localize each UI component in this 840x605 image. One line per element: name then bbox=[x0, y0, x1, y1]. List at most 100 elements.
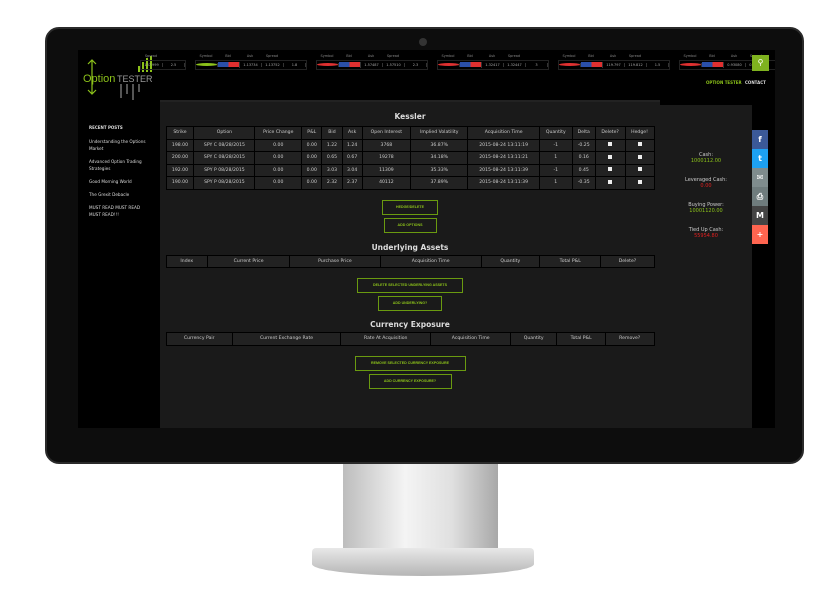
table-cell: 1 bbox=[538, 151, 573, 165]
account-value: 0.00 bbox=[700, 183, 712, 189]
column-header: Hedge! bbox=[624, 126, 655, 140]
table-cell: 34.18% bbox=[410, 151, 469, 165]
nav-contact[interactable]: CONTACT bbox=[745, 80, 766, 85]
column-header: P&L bbox=[301, 126, 323, 140]
table-cell: 198.00 bbox=[165, 138, 195, 152]
hedge-checkbox[interactable] bbox=[637, 142, 642, 147]
table-cell bbox=[594, 138, 626, 152]
column-header: Acquisition Time bbox=[430, 332, 512, 346]
delete-checkbox[interactable] bbox=[608, 179, 613, 184]
table-cell: 3.03 bbox=[321, 163, 343, 177]
remove-currency-button[interactable]: REMOVE SELECTED CURRENCY EXPOSURE bbox=[354, 355, 466, 371]
delete-underlying-button[interactable]: DELETE SELECTED UNDERLYING ASSETS bbox=[357, 278, 463, 293]
ticker-header-row: Symbol Bid Ask Spread bbox=[195, 54, 307, 58]
ticker-header: Ask bbox=[488, 54, 496, 58]
nav-option-tester[interactable]: OPTION TESTER bbox=[706, 80, 742, 85]
column-header: Currency Pair bbox=[165, 332, 233, 346]
account-summary: Cash: 1000112.00 Leveraged Cash: 0.00 Buying… bbox=[660, 105, 752, 428]
delete-checkbox[interactable] bbox=[608, 142, 613, 147]
options-table: Strike Option Price Change P&L Bid Ask Open In… bbox=[165, 126, 655, 190]
ticker-header-row: Symbol Bid Ask Spread bbox=[437, 54, 549, 58]
ticker-symbol bbox=[196, 63, 218, 67]
gmail-share-button[interactable]: M bbox=[752, 206, 768, 225]
ticker-header-row: Spread bbox=[140, 54, 186, 58]
post-link[interactable]: The Grexit Debacle bbox=[89, 191, 149, 198]
column-header: Current Exchange Rate bbox=[231, 332, 342, 346]
ticker-header: Bid bbox=[709, 54, 715, 58]
column-header: Remove? bbox=[604, 332, 655, 346]
ticker-header: Bid bbox=[225, 54, 231, 58]
table-cell: 3.04 bbox=[341, 163, 363, 177]
email-icon: ✉ bbox=[756, 173, 764, 182]
table-row: 190.00 SPY P 08/28/2015 0.00 0.00 2.32 2.37 40… bbox=[165, 176, 655, 190]
underlying-table: Index Current Price Purchase Price Acquisit… bbox=[165, 254, 655, 269]
table-cell: 0.45 bbox=[571, 163, 596, 177]
ticker-value-row: 137.999 2.5 bbox=[140, 60, 186, 70]
table-cell bbox=[594, 176, 626, 190]
table-cell bbox=[624, 163, 655, 177]
table-cell: 0.00 bbox=[254, 176, 303, 190]
table-cell: 0.65 bbox=[321, 151, 343, 165]
table-row: 198.00 SPY C 08/28/2015 0.00 0.00 1.22 1.24 37… bbox=[165, 138, 655, 152]
table-cell: 2015-08-24 13:11:21 bbox=[467, 151, 540, 165]
hedge-checkbox[interactable] bbox=[637, 154, 642, 159]
ticker-flag bbox=[702, 62, 724, 68]
post-link[interactable]: Good Morning World bbox=[89, 178, 149, 185]
ticker-symbol bbox=[680, 63, 702, 67]
plus-share-button[interactable]: + bbox=[752, 225, 768, 244]
recent-posts-title: RECENT POSTS bbox=[89, 125, 123, 130]
down-dot-icon bbox=[317, 63, 339, 66]
delete-checkbox[interactable] bbox=[608, 154, 613, 159]
table-cell: 200.00 bbox=[165, 151, 195, 165]
delete-checkbox[interactable] bbox=[608, 167, 613, 172]
hedge-checkbox[interactable] bbox=[637, 179, 642, 184]
ticker-header: Spread bbox=[386, 54, 400, 58]
column-header: Option bbox=[193, 126, 256, 140]
add-currency-button[interactable]: ADD CURRENCY EXPOSURE? bbox=[368, 373, 452, 389]
add-options-button[interactable]: ADD OPTIONS bbox=[383, 217, 437, 233]
ticker-value: 1.57510 bbox=[383, 63, 405, 67]
column-header: Rate At Acquisition bbox=[340, 332, 432, 346]
table-cell: 0.16 bbox=[571, 151, 596, 165]
table-cell: 2015-08-24 13:11:19 bbox=[467, 138, 540, 152]
email-share-button[interactable]: ✉ bbox=[752, 168, 768, 187]
ticker-value: 3 bbox=[526, 63, 548, 67]
flag-icon bbox=[581, 62, 603, 67]
underlying-title: Underlying Assets bbox=[371, 242, 449, 252]
account-value: 55954.80 bbox=[694, 233, 718, 239]
add-underlying-button[interactable]: ADD UNDERLYING? bbox=[378, 296, 442, 311]
ticker-flag bbox=[218, 62, 240, 68]
column-header: Quantity bbox=[510, 332, 558, 346]
table-cell: 0.00 bbox=[301, 176, 323, 190]
screen: Option TESTER Spread 137.999 2.5 Symbol Bid A… bbox=[78, 50, 775, 428]
twitter-share-button[interactable]: t bbox=[752, 149, 768, 168]
print-share-button[interactable]: ⎙ bbox=[752, 187, 768, 206]
up-dot-icon bbox=[196, 63, 218, 66]
ticker-value: 2.9 bbox=[768, 63, 775, 67]
flag-icon bbox=[460, 62, 482, 67]
twitter-icon: t bbox=[758, 154, 762, 163]
ticker-symbol bbox=[317, 63, 339, 67]
table-cell: 0.00 bbox=[301, 138, 323, 152]
table-cell: 2.37 bbox=[341, 176, 363, 190]
ticker-header: Spread bbox=[144, 54, 158, 58]
ticker-header: Symbol bbox=[320, 54, 334, 58]
print-icon: ⎙ bbox=[756, 192, 764, 201]
ticker-value: 2.3 bbox=[405, 63, 427, 67]
post-link[interactable]: MUST READ MUST READ MUST READ!!! bbox=[89, 204, 149, 218]
ticker-flag bbox=[581, 62, 603, 68]
ticker-value: 1.13752 bbox=[262, 63, 284, 67]
hedge-checkbox[interactable] bbox=[637, 167, 642, 172]
post-link[interactable]: Advanced Option Trading Strategies bbox=[89, 158, 149, 172]
search-button[interactable]: ⚲ bbox=[752, 55, 769, 71]
column-header: Delete? bbox=[594, 126, 626, 140]
column-header: Acquisition Time bbox=[379, 254, 482, 268]
column-header: Acquisition Time bbox=[467, 126, 540, 140]
hedge-delete-button[interactable]: HEDGE/DELETE bbox=[382, 199, 438, 215]
ticker-group: Symbol Bid Ask Spread 1.32417 1.32447 3 bbox=[437, 54, 549, 70]
ticker-value: 2.5 bbox=[163, 63, 185, 67]
table-cell: 0.00 bbox=[254, 163, 303, 177]
column-header: Current Price bbox=[207, 254, 291, 268]
facebook-share-button[interactable]: f bbox=[752, 130, 768, 149]
post-link[interactable]: Understanding the Options Market bbox=[89, 138, 149, 152]
